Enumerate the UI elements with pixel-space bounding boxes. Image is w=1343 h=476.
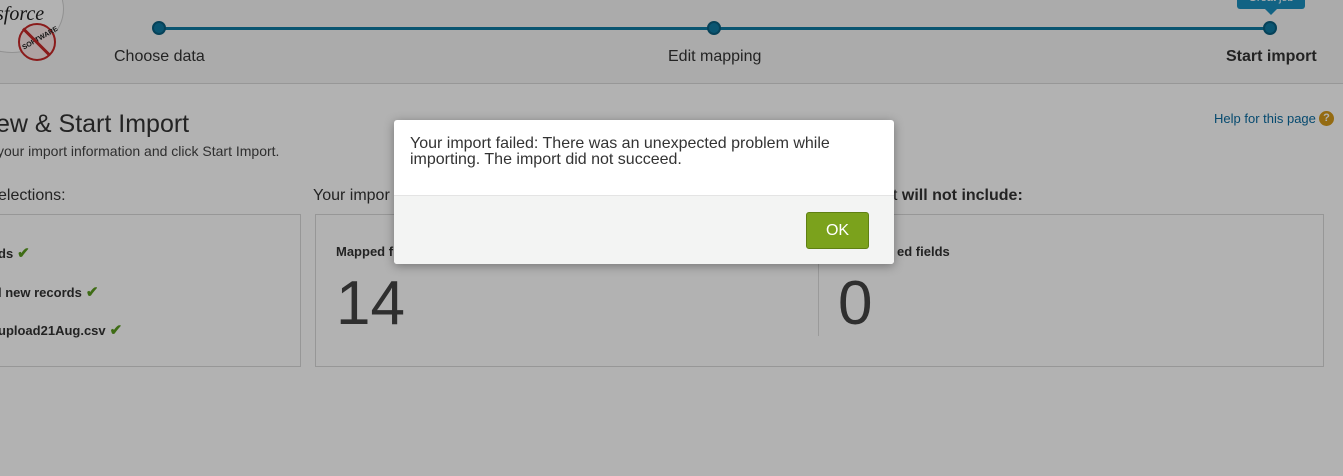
error-message: Your import failed: There was an unexpec… xyxy=(410,135,830,168)
dialog-footer: OK xyxy=(394,195,894,264)
error-dialog: Your import failed: There was an unexpec… xyxy=(394,120,894,264)
ok-button[interactable]: OK xyxy=(806,212,869,249)
